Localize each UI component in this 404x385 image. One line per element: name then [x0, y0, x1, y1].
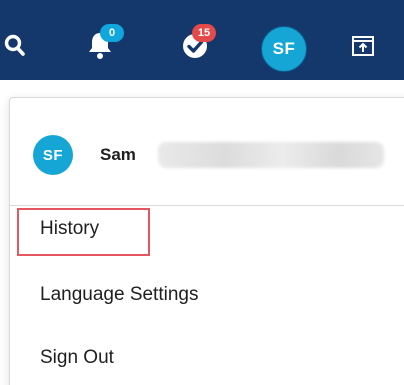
user-menu-dropdown: SF Sam History Language Settings Sign Ou… [9, 97, 404, 385]
user-profile-row: SF Sam [10, 98, 404, 206]
notifications-button[interactable]: 0 [80, 24, 124, 69]
redacted-name [158, 142, 384, 168]
search-icon [4, 33, 26, 62]
notification-count-badge: 0 [100, 24, 124, 42]
menu-item-language-settings[interactable]: Language Settings [40, 284, 198, 306]
tasks-button[interactable]: 15 [170, 24, 220, 69]
avatar: SF [261, 26, 307, 72]
avatar: SF [33, 135, 73, 175]
search-button[interactable] [0, 32, 30, 62]
window-button[interactable] [346, 32, 380, 64]
menu-item-sign-out[interactable]: Sign Out [40, 347, 114, 369]
top-navigation-bar: 0 15 SF [0, 0, 404, 80]
user-name: Sam [100, 145, 136, 164]
window-icon [351, 35, 375, 62]
user-avatar-button[interactable]: SF [260, 25, 308, 73]
menu-item-history[interactable]: History [40, 218, 99, 240]
task-count-badge: 15 [192, 24, 216, 42]
